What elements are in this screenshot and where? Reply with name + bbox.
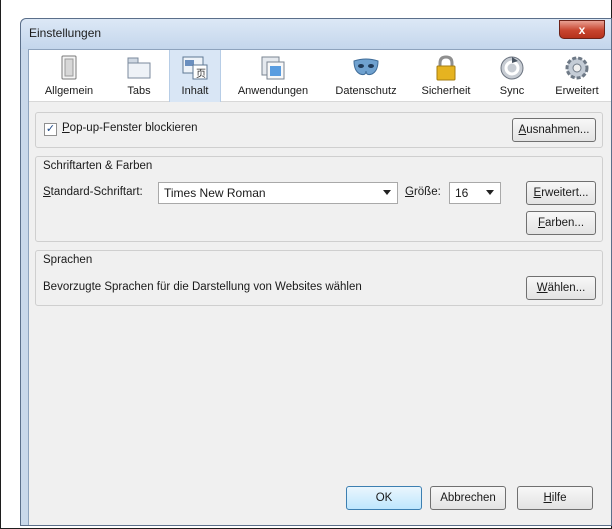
- tab-sync[interactable]: Sync: [485, 50, 539, 102]
- tab-label: Anwendungen: [237, 85, 309, 97]
- dialog-client-area: Allgemein Tabs 页 Inhalt Anwendungen Date…: [28, 49, 611, 525]
- choose-languages-button[interactable]: Wählen...: [526, 276, 596, 300]
- tab-tabs[interactable]: Tabs: [111, 50, 167, 102]
- default-font-label: Standard-Schriftart:: [43, 186, 143, 198]
- window-title: Einstellungen: [29, 26, 102, 40]
- tab-label: Sicherheit: [421, 85, 471, 97]
- tab-allgemein[interactable]: Allgemein: [29, 50, 109, 102]
- svg-text:页: 页: [196, 68, 206, 80]
- sync-icon: [500, 56, 524, 80]
- lock-icon: [436, 55, 456, 81]
- tab-inhalt[interactable]: 页 Inhalt: [169, 50, 221, 102]
- languages-title: Sprachen: [43, 254, 93, 266]
- chevron-down-icon: [383, 190, 391, 195]
- close-button[interactable]: x: [559, 20, 605, 39]
- tab-label: Allgemein: [44, 85, 94, 97]
- languages-group: Sprachen Bevorzugte Sprachen für die Dar…: [35, 250, 603, 306]
- tab-datenschutz[interactable]: Datenschutz: [325, 50, 407, 102]
- default-font-value: Times New Roman: [164, 186, 266, 200]
- category-toolbar: Allgemein Tabs 页 Inhalt Anwendungen Date…: [29, 50, 611, 102]
- cancel-button[interactable]: Abbrechen: [430, 486, 506, 510]
- tabs-icon: [127, 57, 151, 79]
- popup-block-label[interactable]: Pop-up-Fenster blockieren: [62, 122, 198, 134]
- font-size-label: Größe:: [405, 186, 441, 198]
- chevron-down-icon: [486, 190, 494, 195]
- switch-icon: [61, 55, 77, 80]
- tab-sicherheit[interactable]: Sicherheit: [411, 50, 481, 102]
- tab-erweitert[interactable]: Erweitert: [541, 50, 612, 102]
- ok-button[interactable]: OK: [346, 486, 422, 510]
- applications-icon: [261, 56, 285, 80]
- default-font-select[interactable]: Times New Roman: [158, 182, 398, 204]
- exceptions-button[interactable]: Ausnahmen...: [512, 118, 596, 142]
- tab-label: Inhalt: [181, 85, 209, 97]
- gear-icon: [565, 56, 589, 80]
- fonts-colors-group: Schriftarten & Farben Standard-Schriftar…: [35, 156, 603, 242]
- title-bar[interactable]: Einstellungen x: [21, 19, 611, 49]
- preferences-dialog: Einstellungen x Allgemein Tabs 页 Inhalt …: [20, 18, 612, 526]
- advanced-fonts-button[interactable]: Erweitert...: [526, 181, 596, 205]
- font-size-select[interactable]: 16: [449, 182, 501, 204]
- languages-description: Bevorzugte Sprachen für die Darstellung …: [43, 281, 362, 293]
- content-icon: 页: [182, 56, 208, 80]
- tab-label: Datenschutz: [335, 85, 397, 97]
- help-button[interactable]: Hilfe: [517, 486, 593, 510]
- tab-label: Tabs: [127, 85, 151, 97]
- font-size-value: 16: [455, 186, 469, 200]
- close-icon: x: [578, 22, 586, 37]
- tab-label: Erweitert: [555, 85, 599, 97]
- mask-icon: [353, 58, 379, 76]
- tab-anwendungen[interactable]: Anwendungen: [225, 50, 321, 102]
- colors-button[interactable]: Farben...: [526, 211, 596, 235]
- fonts-colors-title: Schriftarten & Farben: [43, 160, 153, 172]
- popup-block-checkbox[interactable]: ✓: [44, 123, 57, 136]
- tab-label: Sync: [499, 85, 525, 97]
- popup-group: ✓ Pop-up-Fenster blockieren Ausnahmen...: [35, 112, 603, 148]
